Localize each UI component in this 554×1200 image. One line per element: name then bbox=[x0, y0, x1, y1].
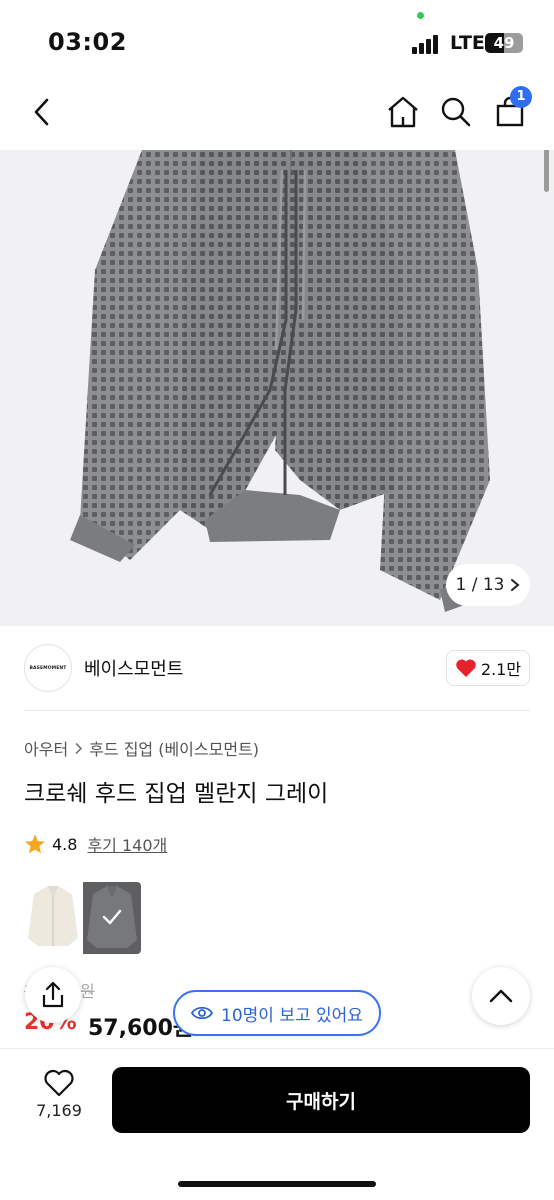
wishlist-count: 7,169 bbox=[36, 1101, 82, 1120]
search-icon bbox=[441, 97, 471, 127]
cart-count-badge: 1 bbox=[510, 86, 532, 108]
color-options bbox=[24, 882, 141, 954]
chevron-up-icon bbox=[489, 989, 513, 1003]
home-indicator bbox=[178, 1181, 376, 1187]
image-counter-text: 1 / 13 bbox=[455, 575, 505, 595]
brand-name[interactable]: 베이스모먼트 bbox=[84, 655, 183, 681]
brand-logo[interactable]: BASEMOMENT bbox=[24, 644, 72, 692]
back-button[interactable] bbox=[20, 90, 64, 134]
cart-button[interactable]: 1 bbox=[488, 86, 532, 134]
brand-like-button[interactable]: 2.1만 bbox=[446, 650, 530, 686]
review-count-link[interactable]: 후기 140개 bbox=[87, 832, 167, 856]
check-icon bbox=[102, 909, 122, 925]
star-icon bbox=[25, 834, 45, 854]
viewers-text: 10명이 보고 있어요 bbox=[221, 1005, 363, 1026]
ivory-cardigan-thumbnail bbox=[28, 886, 78, 946]
product-title: 크로쉐 후드 집업 멜란지 그레이 bbox=[24, 781, 329, 807]
product-photo-cardigan bbox=[70, 150, 492, 612]
viewers-count-chip[interactable]: 10명이 보고 있어요 bbox=[173, 990, 381, 1036]
chevron-right-icon bbox=[75, 742, 83, 754]
chevron-left-icon bbox=[34, 98, 49, 126]
breadcrumb-category[interactable]: 아우터 bbox=[24, 736, 68, 760]
color-option-ivory[interactable] bbox=[24, 882, 82, 954]
scroll-to-top-button[interactable] bbox=[472, 967, 530, 1025]
status-time: 03:02 bbox=[48, 28, 127, 56]
battery-icon: 49 bbox=[485, 33, 523, 53]
color-option-gray-selected[interactable] bbox=[83, 882, 141, 954]
share-icon bbox=[42, 981, 64, 1008]
home-icon bbox=[388, 96, 418, 128]
scroll-thumb[interactable] bbox=[544, 150, 549, 192]
search-button[interactable] bbox=[434, 90, 478, 134]
product-image[interactable] bbox=[0, 150, 554, 626]
heart-outline-icon bbox=[44, 1069, 74, 1097]
home-button[interactable] bbox=[381, 90, 425, 134]
wishlist-button[interactable]: 7,169 bbox=[26, 1069, 92, 1131]
buy-button[interactable]: 구매하기 bbox=[112, 1067, 530, 1133]
divider bbox=[24, 710, 530, 711]
eye-icon bbox=[191, 1006, 214, 1020]
network-type: LTE bbox=[450, 32, 485, 54]
heart-icon bbox=[456, 659, 476, 677]
chevron-right-icon bbox=[511, 579, 521, 591]
privacy-indicator-dot bbox=[417, 12, 424, 19]
rating-score: 4.8 bbox=[52, 834, 78, 854]
bottom-action-bar: 7,169 구매하기 bbox=[0, 1048, 554, 1200]
battery-level: 49 bbox=[493, 34, 515, 52]
share-button[interactable] bbox=[25, 967, 81, 1023]
breadcrumb: 아우터 후드 집업 (베이스모먼트) bbox=[24, 736, 259, 760]
signal-strength-icon bbox=[412, 34, 444, 54]
brand-like-count: 2.1만 bbox=[480, 660, 522, 679]
image-counter[interactable]: 1 / 13 bbox=[446, 564, 530, 606]
rating: 4.8 후기 140개 bbox=[24, 832, 167, 856]
top-navigation: 1 bbox=[0, 82, 554, 146]
breadcrumb-subcategory[interactable]: 후드 집업 (베이스모먼트) bbox=[89, 736, 259, 760]
status-bar: 03:02 LTE 49 bbox=[0, 0, 554, 80]
brand-row[interactable]: BASEMOMENT 베이스모먼트 2.1만 bbox=[0, 638, 554, 698]
